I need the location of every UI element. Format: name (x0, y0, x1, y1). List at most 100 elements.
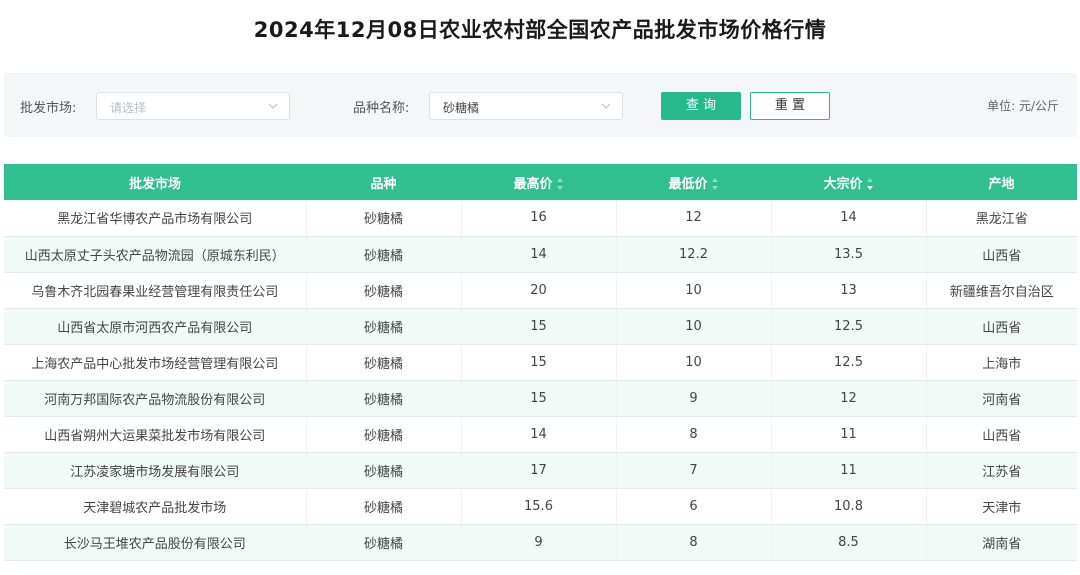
market-cell: 江苏凌家塘市场发展有限公司 (4, 452, 307, 489)
origin-cell: 山西省 (926, 236, 1077, 273)
query-button[interactable]: 查 询 (661, 92, 741, 120)
origin-cell: 新疆维吾尔自治区 (926, 272, 1077, 309)
variety-cell: 砂糖橘 (306, 524, 462, 561)
column-header-min-price[interactable]: 最低价 (616, 164, 771, 200)
min-price-cell: 8 (616, 524, 772, 561)
origin-cell: 上海市 (926, 344, 1077, 381)
bulk-price-cell: 13.5 (771, 236, 927, 273)
max-price-cell: 14 (461, 236, 617, 273)
max-price-cell: 15 (461, 380, 617, 417)
column-header-max-price[interactable]: 最高价 (461, 164, 616, 200)
market-cell: 山西省朔州大运果菜批发市场有限公司 (4, 416, 307, 453)
min-price-cell: 12 (616, 200, 772, 237)
chevron-down-icon (601, 103, 611, 109)
origin-cell: 山西省 (926, 416, 1077, 453)
max-price-cell: 9 (461, 524, 617, 561)
market-cell: 山西省太原市河西农产品有限公司 (4, 308, 307, 345)
filter-bar: 批发市场: 请选择 品种名称: 砂糖橘 查 询 重 置 单位: 元/公斤 (4, 73, 1077, 137)
origin-cell: 江苏省 (926, 452, 1077, 489)
sort-desc-icon[interactable] (866, 178, 874, 190)
max-price-cell: 15.6 (461, 488, 617, 525)
origin-cell: 湖南省 (926, 524, 1077, 561)
max-price-cell: 20 (461, 272, 617, 309)
variety-cell: 砂糖橘 (306, 380, 462, 417)
variety-select[interactable]: 砂糖橘 (429, 92, 623, 120)
variety-select-value: 砂糖橘 (443, 101, 480, 115)
sort-icon[interactable] (556, 178, 564, 190)
bulk-price-cell: 8.5 (771, 524, 927, 561)
max-price-cell: 14 (461, 416, 617, 453)
origin-cell: 天津市 (926, 488, 1077, 525)
min-price-cell: 10 (616, 308, 772, 345)
variety-cell: 砂糖橘 (306, 236, 462, 273)
origin-cell: 黑龙江省 (926, 200, 1077, 237)
market-cell: 长沙马王堆农产品股份有限公司 (4, 524, 307, 561)
variety-filter-label: 品种名称: (353, 101, 410, 116)
variety-cell: 砂糖橘 (306, 416, 462, 453)
table-row: 长沙马王堆农产品股份有限公司 砂糖橘 9 8 8.5 湖南省 (4, 524, 1077, 561)
bulk-price-cell: 12 (771, 380, 927, 417)
market-select[interactable]: 请选择 (96, 92, 290, 120)
min-price-cell: 12.2 (616, 236, 772, 273)
origin-cell: 山西省 (926, 308, 1077, 345)
column-header-label: 大宗价 (823, 176, 863, 192)
market-filter-label: 批发市场: (20, 101, 77, 116)
bulk-price-cell: 12.5 (771, 308, 927, 345)
page-title: 2024年12月08日农业农村部全国农产品批发市场价格行情 (253, 18, 827, 42)
market-cell: 河南万邦国际农产品物流股份有限公司 (4, 380, 307, 417)
market-cell: 乌鲁木齐北园春果业经营管理有限责任公司 (4, 272, 307, 309)
market-select-placeholder: 请选择 (110, 101, 147, 115)
variety-cell: 砂糖橘 (306, 452, 462, 489)
min-price-cell: 10 (616, 272, 772, 309)
variety-cell: 砂糖橘 (306, 344, 462, 381)
min-price-cell: 10 (616, 344, 772, 381)
max-price-cell: 16 (461, 200, 617, 237)
market-cell: 上海农产品中心批发市场经营管理有限公司 (4, 344, 307, 381)
sort-icon[interactable] (711, 178, 719, 190)
min-price-cell: 7 (616, 452, 772, 489)
min-price-cell: 9 (616, 380, 772, 417)
bulk-price-cell: 11 (771, 416, 927, 453)
price-table: 批发市场 品种 最高价 最低价 大宗价 产地 黑龙江省华博农产品市场有限公司 砂糖… (4, 164, 1077, 561)
bulk-price-cell: 13 (771, 272, 927, 309)
column-header-variety: 品种 (306, 164, 461, 200)
column-header-bulk-price[interactable]: 大宗价 (771, 164, 926, 200)
table-row: 黑龙江省华博农产品市场有限公司 砂糖橘 16 12 14 黑龙江省 (4, 200, 1077, 237)
table-row: 乌鲁木齐北园春果业经营管理有限责任公司 砂糖橘 20 10 13 新疆维吾尔自治区 (4, 272, 1077, 309)
column-header-label: 最低价 (668, 176, 708, 192)
table-header-row: 批发市场 品种 最高价 最低价 大宗价 产地 (4, 164, 1077, 200)
table-row: 山西省太原市河西农产品有限公司 砂糖橘 15 10 12.5 山西省 (4, 308, 1077, 345)
table-row: 河南万邦国际农产品物流股份有限公司 砂糖橘 15 9 12 河南省 (4, 380, 1077, 417)
bulk-price-cell: 11 (771, 452, 927, 489)
table-row: 江苏凌家塘市场发展有限公司 砂糖橘 17 7 11 江苏省 (4, 452, 1077, 489)
bulk-price-cell: 12.5 (771, 344, 927, 381)
min-price-cell: 8 (616, 416, 772, 453)
column-header-origin: 产地 (926, 164, 1077, 200)
chevron-down-icon (268, 103, 278, 109)
market-cell: 黑龙江省华博农产品市场有限公司 (4, 200, 307, 237)
market-cell: 山西太原丈子头农产品物流园（原城东利民） (4, 236, 307, 273)
max-price-cell: 15 (461, 308, 617, 345)
variety-cell: 砂糖橘 (306, 488, 462, 525)
reset-button[interactable]: 重 置 (750, 92, 830, 120)
column-header-label: 批发市场 (128, 176, 181, 192)
variety-cell: 砂糖橘 (306, 272, 462, 309)
bulk-price-cell: 14 (771, 200, 927, 237)
table-row: 山西太原丈子头农产品物流园（原城东利民） 砂糖橘 14 12.2 13.5 山西省 (4, 236, 1077, 273)
origin-cell: 河南省 (926, 380, 1077, 417)
market-cell: 天津碧城农产品批发市场 (4, 488, 307, 525)
variety-cell: 砂糖橘 (306, 200, 462, 237)
column-header-label: 产地 (988, 176, 1015, 192)
table-row: 山西省朔州大运果菜批发市场有限公司 砂糖橘 14 8 11 山西省 (4, 416, 1077, 453)
table-row: 上海农产品中心批发市场经营管理有限公司 砂糖橘 15 10 12.5 上海市 (4, 344, 1077, 381)
min-price-cell: 6 (616, 488, 772, 525)
bulk-price-cell: 10.8 (771, 488, 927, 525)
table-body: 黑龙江省华博农产品市场有限公司 砂糖橘 16 12 14 黑龙江省 山西太原丈子头农产品物流… (4, 200, 1077, 561)
column-header-market: 批发市场 (4, 164, 306, 200)
column-header-label: 品种 (370, 176, 397, 192)
table-row: 天津碧城农产品批发市场 砂糖橘 15.6 6 10.8 天津市 (4, 488, 1077, 525)
unit-label: 单位: 元/公斤 (987, 99, 1059, 113)
column-header-label: 最高价 (513, 176, 553, 192)
variety-cell: 砂糖橘 (306, 308, 462, 345)
max-price-cell: 15 (461, 344, 617, 381)
